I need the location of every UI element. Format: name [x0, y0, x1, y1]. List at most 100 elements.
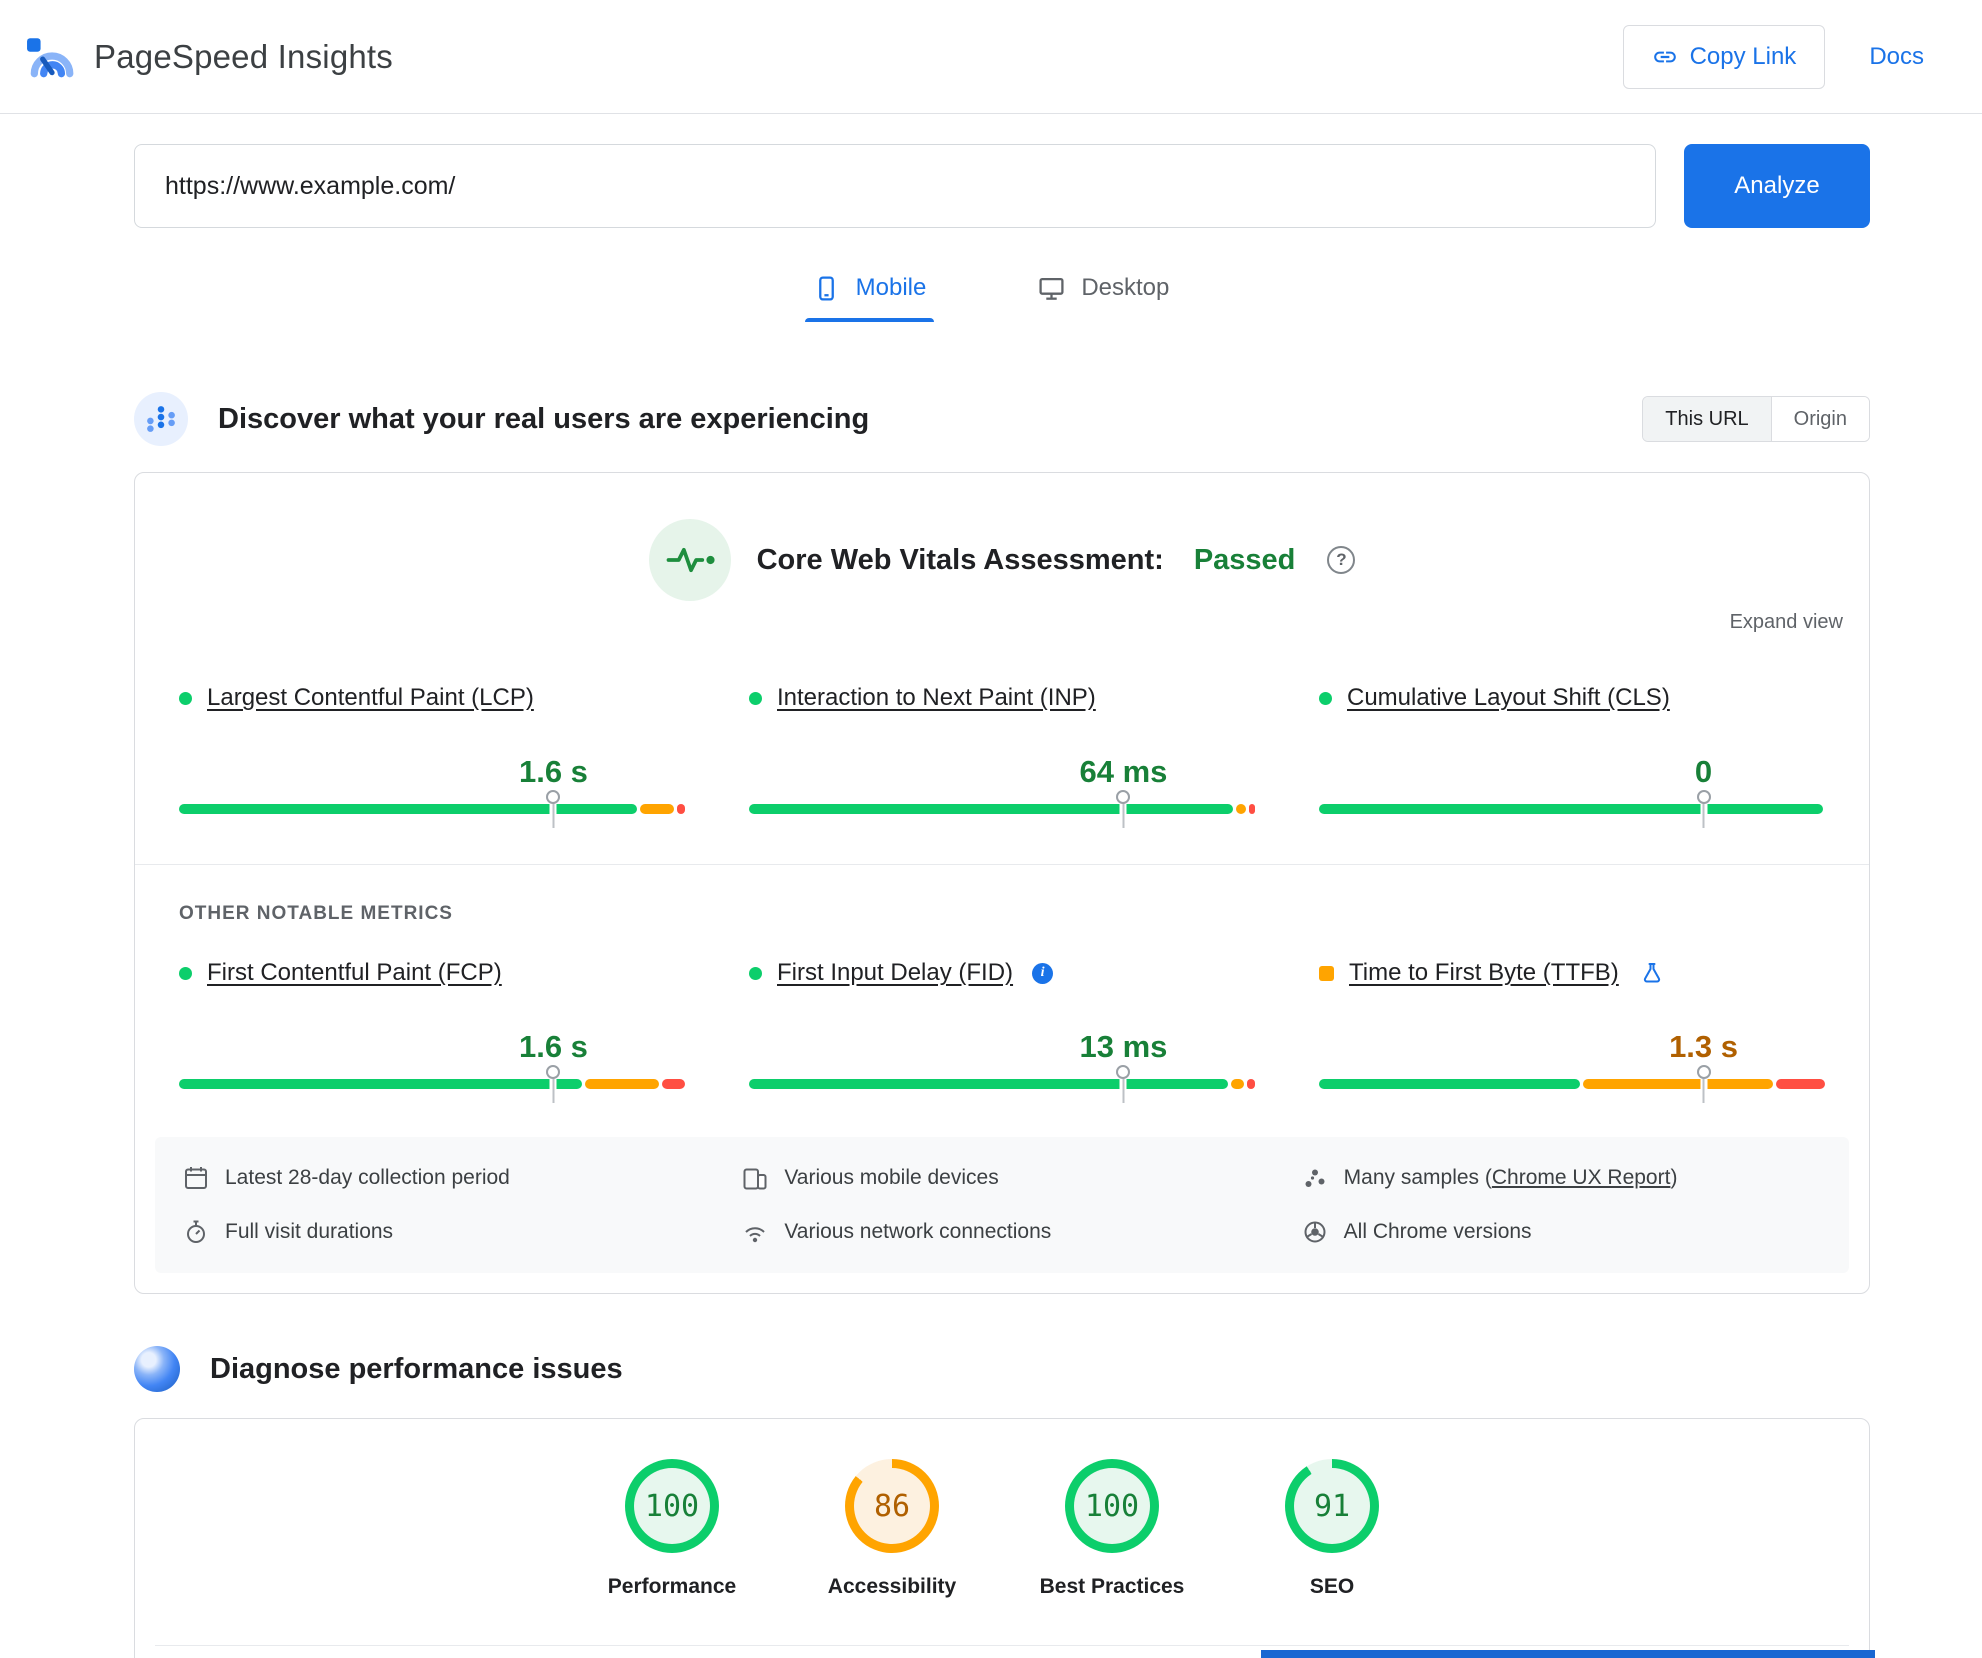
bottom-cut-blue-bar: [1261, 1650, 1875, 1658]
score-seo[interactable]: 91 SEO: [1250, 1459, 1414, 1599]
expand-view-link[interactable]: Expand view: [1730, 611, 1843, 633]
metric-status-dot: [1319, 691, 1332, 705]
score-label: Performance: [607, 1575, 737, 1598]
url-input[interactable]: [134, 144, 1656, 228]
category-scores: 100 Performance 86 Accessibility 100 Bes…: [135, 1419, 1869, 1599]
score-label: SEO: [1309, 1575, 1355, 1598]
flask-icon: [1640, 961, 1664, 985]
metric-lcp-link[interactable]: Largest Contentful Paint (LCP): [207, 684, 534, 712]
cwv-assessment: Core Web Vitals Assessment: Passed ?: [135, 473, 1869, 601]
score-label: Accessibility: [827, 1575, 957, 1598]
scope-origin-button[interactable]: Origin: [1771, 397, 1869, 441]
metric-cls-value: 0: [1694, 754, 1713, 789]
tab-mobile-label: Mobile: [855, 274, 927, 301]
score-gauge: 91: [1285, 1459, 1379, 1553]
field-section-header: Discover what your real users are experi…: [134, 392, 1870, 446]
metric-fid-value: 13 ms: [1079, 1029, 1168, 1064]
metric-fcp-value: 1.6 s: [518, 1029, 588, 1064]
collection-durations: Full visit durations: [183, 1219, 702, 1245]
samples-icon: [1305, 1169, 1325, 1187]
collection-devices: Various mobile devices: [742, 1165, 1261, 1191]
metric-status-dot: [749, 966, 762, 980]
collection-versions: All Chrome versions: [1302, 1219, 1821, 1245]
tab-desktop[interactable]: Desktop: [1030, 268, 1177, 322]
metric-status-dot: [179, 691, 192, 705]
link-icon: [1652, 44, 1678, 70]
cwv-assessment-status: Passed: [1193, 543, 1296, 576]
network-icon: [745, 1227, 766, 1243]
metric-status-dot: [749, 691, 762, 705]
chrome-ux-report-link[interactable]: Chrome UX Report: [1492, 1166, 1671, 1189]
collection-samples: Many samples (Chrome UX Report): [1302, 1165, 1821, 1191]
lab-section-title: Diagnose performance issues: [210, 1352, 623, 1385]
other-metrics-heading: OTHER NOTABLE METRICS: [179, 903, 453, 924]
field-data-card: Core Web Vitals Assessment: Passed ? Exp…: [134, 472, 1870, 1294]
devices-icon: [743, 1168, 767, 1190]
score-best-practices[interactable]: 100 Best Practices: [1030, 1459, 1194, 1599]
device-tabs: Mobile Desktop: [0, 268, 1982, 322]
app-title: PageSpeed Insights: [94, 37, 393, 75]
p75-marker: [1117, 1065, 1129, 1103]
collection-period: Latest 28-day collection period: [183, 1165, 702, 1191]
collection-network: Various network connections: [742, 1219, 1261, 1245]
metric-status-dot: [179, 966, 192, 980]
lab-data-icon: [134, 1346, 180, 1392]
lab-data-card: 100 Performance 86 Accessibility 100 Bes…: [134, 1418, 1870, 1658]
p75-marker: [1698, 1065, 1710, 1103]
score-gauge: 100: [1065, 1459, 1159, 1553]
p75-marker: [1117, 790, 1129, 828]
chrome-icon: [1304, 1221, 1326, 1243]
p75-marker: [547, 1065, 559, 1103]
docs-link[interactable]: Docs: [1869, 43, 1924, 71]
metric-cls: Cumulative Layout Shift (CLS) 0: [1319, 684, 1825, 814]
metric-status-square: [1319, 965, 1334, 981]
scope-this-url-button[interactable]: This URL: [1643, 397, 1772, 441]
copy-link-label: Copy Link: [1689, 42, 1797, 70]
cwv-assessment-label: Core Web Vitals Assessment:: [756, 543, 1164, 576]
help-icon[interactable]: ?: [1327, 546, 1356, 574]
url-bar: Analyze: [134, 144, 1870, 228]
lab-card-divider: [155, 1645, 1849, 1646]
distribution-bar: [1319, 804, 1825, 814]
metric-fcp-link[interactable]: First Contentful Paint (FCP): [207, 959, 502, 987]
metric-inp-value: 64 ms: [1079, 754, 1168, 789]
copy-link-button[interactable]: Copy Link: [1622, 24, 1826, 89]
scope-toggle: This URL Origin: [1642, 396, 1870, 442]
collection-info: Latest 28-day collection period Various …: [155, 1137, 1849, 1273]
metric-inp: Interaction to Next Paint (INP) 64 ms: [749, 684, 1255, 814]
distribution-bar: [179, 804, 685, 814]
core-metrics-row: Largest Contentful Paint (LCP) 1.6 s Int…: [135, 684, 1869, 814]
tab-desktop-label: Desktop: [1081, 274, 1170, 301]
score-gauge: 86: [845, 1459, 939, 1553]
field-section-title: Discover what your real users are experi…: [218, 402, 870, 435]
metric-lcp-value: 1.6 s: [518, 754, 588, 789]
metric-lcp: Largest Contentful Paint (LCP) 1.6 s: [179, 684, 685, 814]
metric-ttfb: Time to First Byte (TTFB) 1.3 s: [1319, 959, 1825, 1089]
info-icon[interactable]: i: [1032, 962, 1054, 984]
stopwatch-icon: [187, 1220, 205, 1243]
app-header: PageSpeed Insights Copy Link Docs: [0, 0, 1982, 114]
metric-ttfb-value: 1.3 s: [1669, 1029, 1739, 1064]
field-data-icon: [134, 392, 188, 446]
p75-marker: [547, 790, 559, 828]
metric-cls-link[interactable]: Cumulative Layout Shift (CLS): [1347, 684, 1670, 712]
metric-ttfb-link[interactable]: Time to First Byte (TTFB): [1349, 959, 1619, 987]
mobile-icon: [813, 275, 840, 302]
metric-fcp: First Contentful Paint (FCP) 1.6 s: [179, 959, 685, 1089]
distribution-bar: [749, 804, 1255, 814]
p75-marker: [1698, 790, 1710, 828]
score-label: Best Practices: [1039, 1575, 1185, 1598]
calendar-icon: [185, 1167, 207, 1189]
analyze-button[interactable]: Analyze: [1684, 144, 1870, 228]
distribution-bar: [179, 1079, 685, 1089]
metric-inp-link[interactable]: Interaction to Next Paint (INP): [777, 684, 1096, 712]
score-gauge: 100: [625, 1459, 719, 1553]
pagespeed-logo-icon: [26, 34, 76, 80]
score-performance[interactable]: 100 Performance: [590, 1459, 754, 1599]
score-accessibility[interactable]: 86 Accessibility: [810, 1459, 974, 1599]
metric-fid-link[interactable]: First Input Delay (FID): [777, 959, 1013, 987]
tab-mobile[interactable]: Mobile: [804, 268, 935, 322]
distribution-bar: [749, 1079, 1255, 1089]
lab-section-header: Diagnose performance issues: [134, 1346, 1870, 1392]
desktop-icon: [1038, 275, 1065, 302]
